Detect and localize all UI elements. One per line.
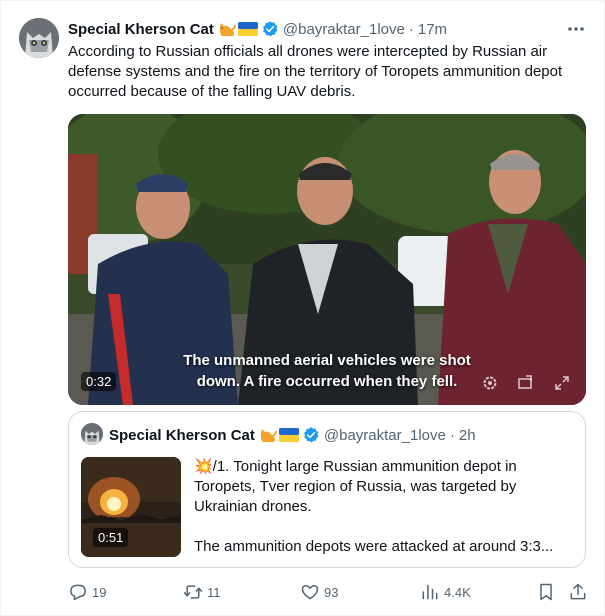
verified-badge-icon[interactable] (261, 20, 279, 38)
heart-icon (301, 584, 319, 600)
author-handle[interactable]: @bayraktar_1love (283, 21, 405, 38)
quoted-timestamp: 2h (458, 426, 476, 444)
reply-count: 19 (92, 584, 107, 600)
repost-count: 11 (207, 584, 221, 600)
verified-badge-icon (302, 426, 320, 444)
timestamp[interactable]: 17m (418, 21, 447, 38)
author-name[interactable]: Special Kherson Cat (68, 21, 214, 38)
quoted-text-line-2: The ammunition depots were attacked at a… (194, 538, 554, 555)
like-button[interactable]: 93 (300, 581, 338, 603)
separator-dot: · (449, 426, 455, 444)
caption-line-1: The unmanned aerial vehicles were shot (183, 352, 471, 369)
views-icon (422, 584, 438, 600)
views-button[interactable]: 4.4K (420, 581, 471, 603)
settings-icon[interactable] (481, 374, 499, 392)
tweet[interactable]: Special Kherson Cat @bayraktar_1love · 1… (0, 0, 605, 616)
picture-in-picture-icon[interactable] (516, 374, 534, 392)
fullscreen-icon[interactable] (553, 374, 571, 392)
ukraine-flag-icon (278, 428, 299, 442)
video-player[interactable]: The unmanned aerial vehicles were shot d… (68, 114, 586, 405)
bookmark-icon (540, 583, 552, 601)
cat-icon (219, 23, 236, 36)
quoted-handle: @bayraktar_1love (323, 426, 446, 444)
name-emojis (218, 21, 258, 37)
like-count: 93 (324, 584, 339, 600)
tweet-header: Special Kherson Cat @bayraktar_1love · 1… (68, 19, 447, 39)
action-bar: 19 11 93 4.4K (68, 581, 590, 603)
video-duration: 0:32 (81, 372, 117, 391)
quoted-text-line-1: 💥/1. Tonight large Russian ammunition de… (194, 458, 517, 515)
tweet-text: According to Russian officials all drone… (68, 43, 563, 100)
quoted-avatar (81, 423, 103, 445)
quoted-video-duration: 0:51 (93, 528, 129, 547)
avatar[interactable] (19, 18, 59, 58)
share-icon (570, 583, 586, 600)
repost-button[interactable]: 11 (183, 581, 221, 603)
caption-line-2: down. A fire occurred when they fell. (196, 373, 458, 390)
quoted-tweet[interactable]: Special Kherson Cat @bayraktar_1love · 2… (68, 411, 586, 568)
repost-icon (183, 585, 203, 599)
video-caption: The unmanned aerial vehicles were shot d… (68, 350, 586, 392)
separator-dot: · (408, 20, 414, 38)
quoted-header: Special Kherson Cat @bayraktar_1love · 2… (109, 426, 476, 444)
cat-icon (260, 429, 277, 442)
bookmark-button[interactable] (536, 581, 556, 603)
ukraine-flag-icon (237, 22, 258, 36)
view-count: 4.4K (444, 584, 471, 600)
reply-icon (70, 584, 86, 601)
reply-button[interactable]: 19 (68, 581, 106, 603)
more-options-icon[interactable] (566, 20, 586, 38)
share-button[interactable] (568, 581, 588, 603)
quoted-video-thumbnail[interactable]: 0:51 (81, 457, 181, 557)
quoted-name-emojis (259, 427, 299, 443)
quoted-author-name: Special Kherson Cat (109, 426, 255, 444)
quoted-text: 💥/1. Tonight large Russian ammunition de… (194, 457, 574, 557)
